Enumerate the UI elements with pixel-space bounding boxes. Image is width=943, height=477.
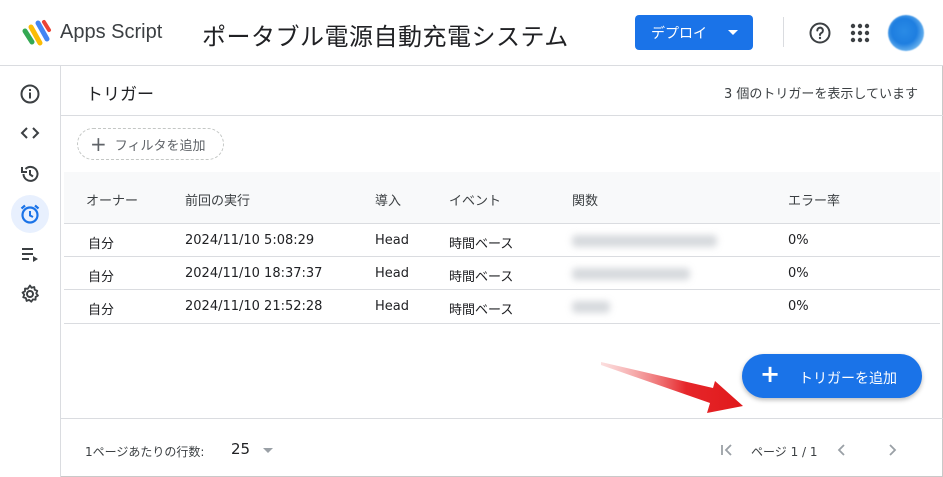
add-trigger-label: トリガーを追加 (799, 371, 897, 387)
sidebar-item-editor[interactable] (11, 114, 49, 152)
sidebar-item-overview[interactable] (11, 75, 49, 113)
last-run-cell: 2024/11/10 5:08:29 (185, 233, 315, 248)
top-bar: Apps Script ポータブル電源自動充電システム デプロイ (0, 0, 943, 66)
function-cell-redacted (572, 301, 610, 313)
event-cell: 時間ベース (449, 237, 514, 252)
function-cell-redacted (572, 268, 690, 280)
apps-grid-icon[interactable] (849, 22, 871, 44)
column-header-last-run[interactable]: 前回の実行 (185, 190, 250, 209)
add-trigger-button[interactable]: + トリガーを追加 (742, 354, 922, 398)
help-icon[interactable] (808, 21, 832, 45)
next-page-icon[interactable] (882, 440, 902, 460)
sidebar-item-settings[interactable] (11, 275, 49, 313)
code-icon (20, 127, 40, 139)
column-header-deployment[interactable]: 導入 (375, 190, 401, 209)
owner-cell: 自分 (88, 270, 115, 285)
error-rate-cell: 0% (788, 233, 809, 248)
sidebar-item-project-history[interactable] (11, 155, 49, 193)
annotation-arrow (601, 362, 743, 413)
plus-icon: + (760, 360, 781, 388)
event-cell: 時間ベース (449, 270, 514, 285)
error-rate-cell: 0% (788, 266, 809, 281)
last-run-cell: 2024/11/10 18:37:37 (185, 266, 323, 281)
chevron-down-icon[interactable] (263, 448, 273, 453)
apps-script-logo[interactable] (22, 19, 52, 47)
last-run-cell: 2024/11/10 21:52:28 (185, 299, 323, 314)
deployment-cell: Head (375, 299, 409, 314)
gear-icon (21, 284, 39, 303)
table-row[interactable]: 自分 2024/11/10 18:37:37 Head 時間ベース 0% (64, 257, 940, 290)
alarm-clock-icon (20, 204, 40, 224)
trigger-count: 3 個のトリガーを表示しています (723, 87, 918, 102)
owner-cell: 自分 (88, 303, 115, 318)
executions-icon (22, 248, 38, 262)
table-row[interactable]: 自分 2024/11/10 5:08:29 Head 時間ベース 0% (64, 224, 940, 257)
main-content: トリガー 3 個のトリガーを表示しています + フィルタを追加 オーナー 前回の… (61, 66, 943, 477)
table-footer: 1ページあたりの行数: 25 ページ 1 / 1 (61, 418, 943, 477)
owner-cell: 自分 (88, 237, 115, 252)
sidebar (0, 66, 61, 477)
history-icon (21, 165, 39, 182)
table-row[interactable]: 自分 2024/11/10 21:52:28 Head 時間ベース 0% (64, 290, 940, 323)
deployment-cell: Head (375, 266, 409, 281)
column-header-function[interactable]: 関数 (572, 190, 598, 209)
column-header-error-rate[interactable]: エラー率 (788, 190, 840, 209)
event-cell: 時間ベース (449, 303, 514, 318)
app-name[interactable]: Apps Script (60, 21, 162, 44)
column-header-event[interactable]: イベント (449, 190, 501, 209)
triggers-table: オーナー 前回の実行 導入 イベント 関数 エラー率 自分 2024/11/10… (64, 172, 940, 324)
table-header: オーナー 前回の実行 導入 イベント 関数 エラー率 (64, 172, 940, 224)
chevron-down-icon (728, 30, 738, 35)
info-icon (20, 84, 40, 104)
plus-icon: + (90, 132, 107, 156)
rows-per-page-label: 1ページあたりの行数: (85, 445, 205, 459)
error-rate-cell: 0% (788, 299, 809, 314)
page-title: トリガー (86, 85, 154, 105)
rows-per-page-select[interactable]: 25 (231, 440, 250, 458)
function-cell-redacted (572, 235, 717, 247)
column-header-owner[interactable]: オーナー (86, 190, 138, 209)
project-title[interactable]: ポータブル電源自動充電システム (202, 17, 569, 52)
deployment-cell: Head (375, 233, 409, 248)
previous-page-icon[interactable] (832, 440, 852, 460)
deploy-button-label: デプロイ (651, 25, 707, 42)
sidebar-item-triggers[interactable] (11, 195, 49, 233)
first-page-icon[interactable] (717, 440, 737, 460)
deploy-button[interactable]: デプロイ (635, 15, 753, 50)
sidebar-item-executions[interactable] (11, 235, 49, 273)
page-info: ページ 1 / 1 (751, 445, 818, 459)
add-filter-label: フィルタを追加 (114, 138, 206, 154)
page-header: トリガー 3 個のトリガーを表示しています (61, 66, 943, 116)
add-filter-button[interactable]: + フィルタを追加 (77, 128, 224, 160)
account-avatar[interactable] (888, 15, 924, 51)
header-divider (783, 17, 784, 47)
